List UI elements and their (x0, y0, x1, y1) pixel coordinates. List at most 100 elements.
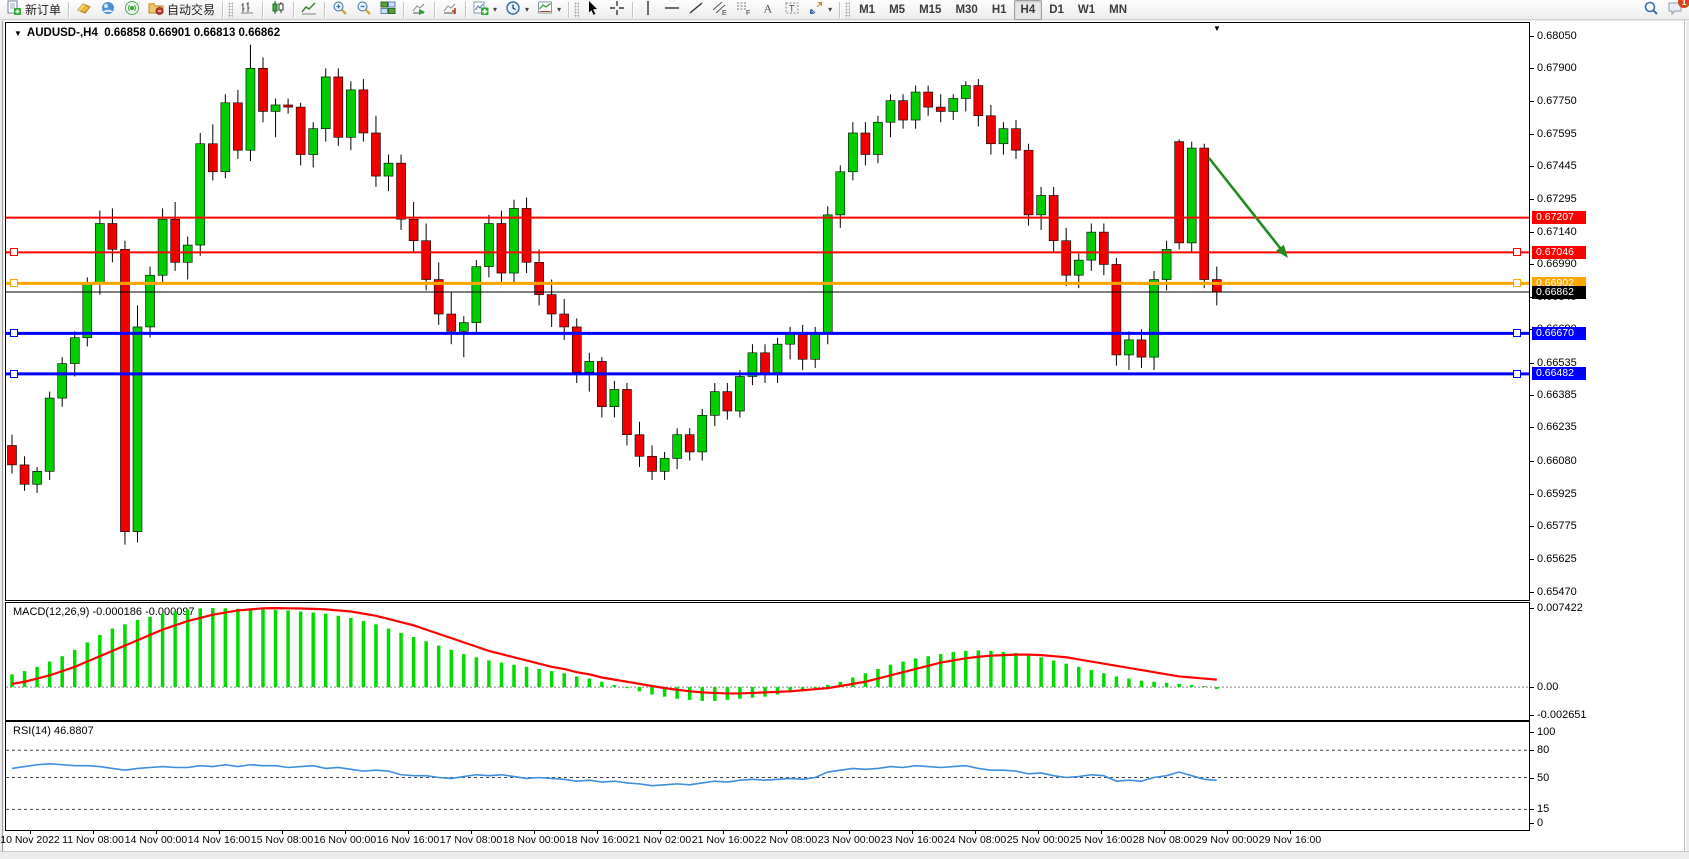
toolbar-button-label: 自动交易 (167, 1, 215, 18)
timeframe-h1-button[interactable]: H1 (985, 0, 1014, 20)
hline-handle[interactable] (1513, 329, 1521, 337)
price-axis-tick (1530, 494, 1534, 495)
svg-text:T: T (789, 4, 795, 14)
hline-handle[interactable] (10, 329, 18, 337)
toolbar-grip[interactable] (228, 2, 233, 18)
line-chart-icon (301, 0, 317, 19)
timeframe-mn-button[interactable]: MN (1102, 0, 1134, 20)
rsi-axis-tick (1530, 809, 1534, 810)
templates-menu-button[interactable]: ▾ (533, 0, 565, 20)
chart-title: ▼AUDUSD-,H4 0.66858 0.66901 0.66813 0.66… (14, 27, 280, 39)
wallet-button[interactable] (72, 0, 96, 20)
clock-icon (505, 0, 521, 19)
ohlc-values: 0.66858 0.66901 0.66813 0.66862 (104, 27, 280, 39)
hline-handle[interactable] (1513, 370, 1521, 378)
toolbar-grip[interactable] (845, 2, 850, 18)
chart-shift-button[interactable] (438, 0, 462, 20)
toolbar-separator (465, 2, 466, 18)
time-axis-label: 29 Nov 16:00 (1259, 834, 1321, 846)
dropdown-caret-icon[interactable]: ▾ (525, 5, 529, 14)
timeframe-m15-button[interactable]: M15 (912, 0, 948, 20)
time-axis-label: 16 Nov 16:00 (377, 834, 439, 846)
price-axis-label: 0.66080 (1537, 455, 1577, 467)
toolbar-separator (293, 2, 294, 18)
vertical-line-icon (640, 0, 656, 19)
dropdown-caret-icon[interactable]: ▾ (493, 5, 497, 14)
hline-handle[interactable] (10, 248, 18, 256)
main-chart-pane[interactable] (5, 22, 1530, 601)
macd-axis-label: -0.002651 (1537, 709, 1587, 721)
rsi-indicator-label: RSI(14) 46.8807 (13, 725, 94, 737)
price-axis-tick (1530, 134, 1534, 135)
template-icon (537, 0, 553, 19)
candle-chart-button[interactable] (266, 0, 290, 20)
time-axis-label: 14 Nov 00:00 (125, 834, 187, 846)
main-toolbar: 新订单 自动交易 ▾ ▾ ▾ EFA T ▾ M1M5M15M30H1H4D1W1MN 1 (0, 0, 1689, 20)
signals-icon (124, 0, 140, 19)
signals-button[interactable] (120, 0, 144, 20)
price-axis-label: 0.67595 (1537, 128, 1577, 140)
horizontal-line-button[interactable] (660, 0, 684, 20)
hline-handle[interactable] (10, 370, 18, 378)
periods-menu-button[interactable]: ▾ (501, 0, 533, 20)
toolbar-separator (68, 2, 69, 18)
window-right-edge (1684, 20, 1685, 858)
time-axis-label: 14 Nov 16:00 (188, 834, 250, 846)
text-label-button[interactable]: T (780, 0, 804, 20)
timeframe-d1-button[interactable]: D1 (1042, 0, 1071, 20)
timeframe-m30-button[interactable]: M30 (948, 0, 984, 20)
toolbar-separator (403, 2, 404, 18)
arrows-button[interactable]: ▾ (804, 0, 836, 20)
tile-windows-button[interactable] (376, 0, 400, 20)
dropdown-caret-icon[interactable]: ▾ (828, 5, 832, 14)
autotrading-button[interactable]: 自动交易 (144, 0, 219, 20)
search-icon[interactable] (1643, 0, 1659, 21)
timeframe-m5-button[interactable]: M5 (882, 0, 912, 20)
vertical-line-button[interactable] (636, 0, 660, 20)
price-axis-tick (1530, 592, 1534, 593)
timeframe-h4-button[interactable]: H4 (1014, 0, 1043, 20)
rsi-pane[interactable] (5, 721, 1530, 831)
toolbar-button-label: 新订单 (25, 1, 61, 18)
crosshair-button[interactable] (605, 0, 629, 20)
toolbar-grip[interactable] (574, 2, 579, 18)
time-axis-label: 11 Nov 08:00 (62, 834, 124, 846)
macd-pane[interactable] (5, 602, 1530, 721)
collapse-triangle-icon[interactable]: ▼ (14, 29, 22, 38)
price-axis-label: 0.66385 (1537, 389, 1577, 401)
candles-chart-icon (270, 0, 286, 19)
text-button[interactable]: A (756, 0, 780, 20)
zoom-in-button[interactable] (328, 0, 352, 20)
add-indicator-icon (473, 0, 489, 19)
price-axis-tick (1530, 232, 1534, 233)
price-axis-tick (1530, 395, 1534, 396)
timeframe-m1-button[interactable]: M1 (852, 0, 882, 20)
chart-workspace: ▼AUDUSD-,H4 0.66858 0.66901 0.66813 0.66… (0, 20, 1689, 858)
hline-handle[interactable] (10, 279, 18, 287)
cursor-button[interactable] (581, 0, 605, 20)
equidistant-channel-button[interactable]: E (708, 0, 732, 20)
dropdown-caret-icon[interactable]: ▾ (557, 5, 561, 14)
chat-icon[interactable]: 1 (1667, 0, 1683, 21)
svg-text:A: A (764, 2, 773, 16)
timeframe-w1-button[interactable]: W1 (1071, 0, 1102, 20)
hline-handle[interactable] (1513, 279, 1521, 287)
zoom-out-icon (356, 0, 372, 19)
scroll-end-marker-icon[interactable]: ▼ (1213, 24, 1221, 33)
bar-chart-button[interactable] (235, 0, 259, 20)
time-axis-label: 16 Nov 00:00 (314, 834, 376, 846)
fibonacci-button[interactable]: F (732, 0, 756, 20)
zoom-out-button[interactable] (352, 0, 376, 20)
price-axis-label: 0.67900 (1537, 62, 1577, 74)
macd-axis-tick (1530, 608, 1534, 609)
auto-scroll-button[interactable] (407, 0, 431, 20)
indicators-menu-button[interactable]: ▾ (469, 0, 501, 20)
cursor-icon (585, 0, 601, 19)
line-chart-button[interactable] (297, 0, 321, 20)
hline-handle[interactable] (1513, 248, 1521, 256)
community-button[interactable] (96, 0, 120, 20)
trendline-button[interactable] (684, 0, 708, 20)
new-order-button[interactable]: 新订单 (2, 0, 65, 20)
toolbar-separator (839, 2, 840, 18)
text-label-icon: T (784, 0, 800, 19)
